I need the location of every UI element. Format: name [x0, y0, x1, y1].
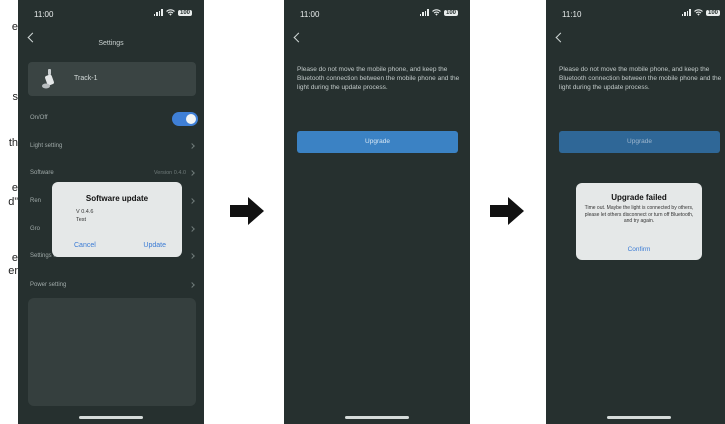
row-light-setting[interactable]: Light setting: [30, 143, 195, 155]
text-fragment: d”: [8, 196, 18, 208]
chevron-right-icon: [189, 143, 195, 149]
row-software[interactable]: Software Version 0.4.0: [30, 170, 195, 182]
phone-screen-settings: 11:00 100 Settings Track-1 On/Off Light …: [18, 0, 204, 424]
device-card[interactable]: Track-1: [28, 62, 196, 96]
chevron-right-icon: [189, 198, 195, 204]
toggle-knob: [186, 114, 196, 124]
home-indicator: [79, 416, 143, 419]
text-fragment: th: [8, 137, 18, 149]
cancel-button[interactable]: Cancel: [74, 242, 96, 249]
page-title: Settings: [98, 40, 124, 47]
row-label: Light setting: [30, 143, 63, 149]
dialog-title: Upgrade failed: [611, 193, 667, 202]
row-onoff: On/Off: [30, 115, 194, 127]
battery-icon: 100: [443, 9, 458, 16]
back-chevron-icon[interactable]: [293, 32, 304, 43]
status-time: 11:10: [562, 10, 582, 19]
row-power-setting[interactable]: Power setting: [30, 282, 195, 294]
home-indicator: [607, 416, 671, 419]
upgrade-instructions: Please do not move the mobile phone, and…: [297, 66, 460, 91]
row-label: Ren: [30, 198, 42, 204]
row-label: On/Off: [30, 115, 48, 121]
software-update-dialog: Software update V 0.4.6 Test Cancel Upda…: [52, 182, 182, 257]
chevron-right-icon: [189, 253, 195, 259]
phone-screen-upgrade: 11:00 100 Please do not move the mobile …: [284, 0, 470, 424]
dialog-note: Test: [76, 217, 87, 223]
upgrade-failed-dialog: Upgrade failed Time out. Maybe the light…: [576, 183, 702, 260]
bottom-panel: [28, 298, 196, 406]
back-chevron-icon[interactable]: [555, 32, 566, 43]
chevron-right-icon: [189, 226, 195, 232]
status-time: 11:00: [300, 10, 320, 19]
status-bar: 11:00 100: [34, 9, 192, 24]
battery-icon: 100: [177, 9, 192, 16]
status-bar: 11:00 100: [300, 9, 458, 24]
status-bar: 11:10 100: [562, 9, 720, 24]
dialog-title: Software update: [85, 194, 149, 203]
dialog-message: Time out. Maybe the light is connected b…: [584, 205, 694, 224]
upgrade-instructions: Please do not move the mobile phone, and…: [559, 66, 722, 91]
signal-icon: [419, 9, 429, 16]
battery-icon: 100: [705, 9, 720, 16]
arrow-right-icon: [490, 197, 524, 225]
row-label: Power setting: [30, 282, 67, 288]
signal-icon: [153, 9, 163, 16]
power-toggle[interactable]: [172, 112, 198, 126]
confirm-button[interactable]: Confirm: [576, 246, 702, 253]
upgrade-button[interactable]: Upgrade: [559, 131, 720, 153]
wifi-icon: [166, 9, 175, 16]
wifi-icon: [694, 9, 703, 16]
update-button[interactable]: Update: [143, 242, 166, 249]
chevron-right-icon: [189, 282, 195, 288]
status-time: 11:00: [34, 10, 54, 19]
arrow-right-icon: [230, 197, 264, 225]
wifi-icon: [432, 9, 441, 16]
chevron-right-icon: [189, 170, 195, 176]
device-name: Track-1: [74, 75, 98, 82]
software-version: Version 0.4.0: [153, 170, 186, 176]
signal-icon: [681, 9, 691, 16]
dialog-version: V 0.4.6: [76, 209, 94, 215]
track-light-icon: [42, 69, 54, 89]
row-label: Gro: [30, 226, 41, 232]
row-label: Software: [30, 170, 54, 176]
text-fragment: er: [8, 265, 18, 277]
phone-screen-upgrade-failed: 11:10 100 Please do not move the mobile …: [546, 0, 725, 424]
upgrade-button[interactable]: Upgrade: [297, 131, 458, 153]
home-indicator: [345, 416, 409, 419]
